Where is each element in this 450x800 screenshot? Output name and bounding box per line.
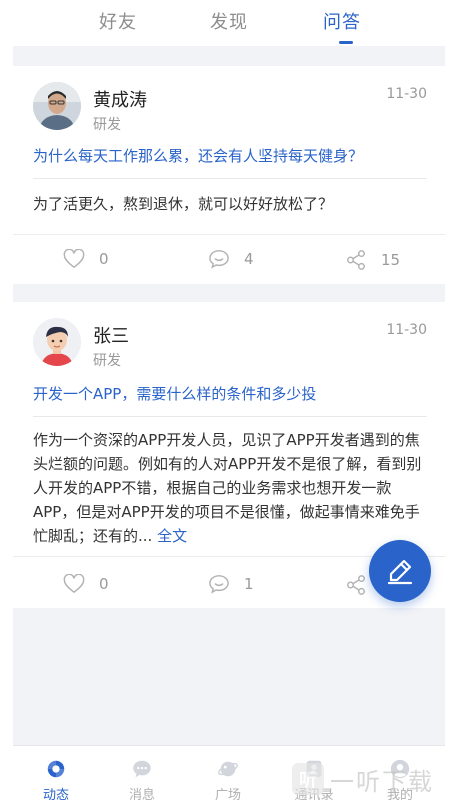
comment-count: 1 [244, 575, 254, 593]
avatar[interactable] [33, 318, 81, 366]
app-root: 好友 发现 问答 黄成涛 研发 11-30 为什么每天工作那么累，还会有人坚持每… [0, 0, 450, 800]
watermark: 听 一听下载 [292, 758, 450, 800]
watermark-text: 一听下载 [330, 767, 434, 796]
nav-item-feed[interactable]: 动态 [13, 746, 99, 800]
message-icon [133, 760, 151, 778]
pencil-icon [387, 559, 413, 585]
share-icon [347, 575, 365, 595]
author-name[interactable]: 黄成涛 [93, 86, 147, 112]
divider [33, 416, 427, 417]
nav-item-messages[interactable]: 消息 [99, 746, 185, 800]
comment-count: 4 [244, 250, 254, 268]
tab-discover[interactable]: 发现 [210, 8, 248, 34]
share-count: 15 [381, 251, 401, 269]
share-button[interactable]: 15 [345, 249, 400, 271]
comment-button[interactable]: 4 [208, 249, 254, 269]
comment-icon [209, 575, 229, 594]
top-tabs: 好友 发现 问答 [13, 0, 445, 46]
nav-label: 消息 [128, 788, 155, 800]
planet-icon [217, 761, 239, 777]
avatar[interactable] [33, 82, 81, 130]
comment-button[interactable]: 1 [208, 574, 254, 594]
tab-friends[interactable]: 好友 [99, 8, 137, 34]
share-icon [347, 250, 365, 270]
phone-screen: 好友 发现 问答 黄成涛 研发 11-30 为什么每天工作那么累，还会有人坚持每… [13, 0, 445, 800]
qa-card: 黄成涛 研发 11-30 为什么每天工作那么累，还会有人坚持每天健身？ 为了活更… [13, 66, 445, 284]
nav-item-square[interactable]: 广场 [185, 746, 271, 800]
answer-text[interactable]: 作为一个资深的APP开发人员，见识了APP开发者遇到的焦头烂额的问题。例如有的人… [33, 428, 427, 548]
tab-qa[interactable]: 问答 [323, 8, 361, 34]
post-date: 11-30 [386, 322, 427, 338]
author-role: 研发 [93, 353, 121, 369]
divider [13, 234, 445, 235]
heart-icon [63, 574, 85, 593]
answer-text[interactable]: 为了活更久，熬到退休，就可以好好放松了？ [33, 192, 427, 216]
avatar-photo-icon [33, 82, 81, 130]
author-role: 研发 [93, 117, 121, 133]
like-button[interactable]: 0 [63, 574, 109, 594]
compose-button[interactable] [369, 540, 431, 602]
like-count: 0 [99, 575, 109, 593]
watermark-logo: 听 [292, 763, 324, 795]
like-count: 0 [99, 250, 109, 268]
divider [33, 178, 427, 179]
like-button[interactable]: 0 [63, 249, 109, 269]
nav-label: 广场 [214, 788, 241, 800]
author-name[interactable]: 张三 [93, 322, 129, 348]
feed-icon [47, 760, 65, 778]
answer-body: 作为一个资深的APP开发人员，见识了APP开发者遇到的焦头烂额的问题。例如有的人… [33, 431, 422, 545]
read-more-link[interactable]: 全文 [157, 527, 187, 545]
question-title[interactable]: 开发一个APP，需要什么样的条件和多少投 [33, 384, 427, 404]
comment-icon [209, 250, 229, 269]
question-title[interactable]: 为什么每天工作那么累，还会有人坚持每天健身？ [33, 146, 427, 166]
heart-icon [63, 249, 85, 268]
active-tab-indicator [339, 41, 353, 44]
nav-label: 动态 [42, 788, 69, 800]
post-date: 11-30 [386, 86, 427, 102]
avatar-cartoon-icon [33, 318, 81, 366]
